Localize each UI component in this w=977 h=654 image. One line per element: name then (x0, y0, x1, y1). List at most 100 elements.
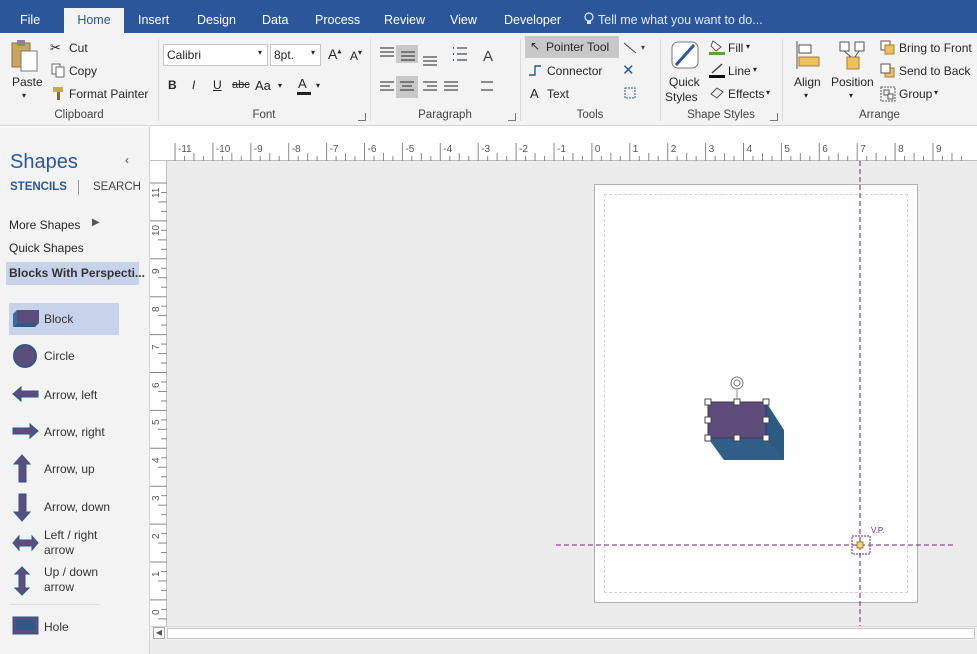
ruler-label: 8 (898, 144, 904, 155)
pointer-tool-button[interactable]: ↖ Pointer Tool (525, 36, 619, 58)
tab-insert[interactable]: Insert (138, 8, 169, 33)
ruler-label: 9 (936, 144, 942, 155)
stencil-shape-left-right-arrow[interactable]: Left / right arrow (0, 528, 149, 562)
quick-shapes-item[interactable]: Quick Shapes (9, 241, 84, 255)
close-icon[interactable]: ✕ (622, 61, 635, 79)
effects-button[interactable]: Effects ▾ (708, 84, 776, 104)
tab-search[interactable]: SEARCH (93, 181, 141, 193)
ruler-label: 11 (151, 187, 162, 198)
ruler-label: -11 (178, 144, 192, 155)
format-painter-label: Format Painter (69, 87, 149, 101)
align-icon (796, 41, 820, 69)
line-tool-icon[interactable]: ▾ (622, 41, 650, 55)
stencil-shape-arrow-down[interactable]: Arrow, down (0, 491, 149, 525)
tab-developer[interactable]: Developer (504, 8, 561, 33)
stencil-shape-up-down-arrow[interactable]: Up / down arrow (0, 565, 149, 599)
shape-styles-launcher-icon[interactable] (770, 113, 778, 121)
italic-button[interactable]: I (192, 78, 195, 92)
font-color-button[interactable]: A (296, 76, 314, 96)
strikethrough-button[interactable]: abc (232, 79, 250, 91)
up-down-arrow-shape-icon (13, 566, 31, 596)
tab-stencils[interactable]: STENCILS (10, 181, 67, 193)
shape-label: Up / down (44, 565, 99, 579)
line-label: Line (728, 64, 751, 78)
horizontal-ruler: -11 -10 -9 -8 -7 -6 -5 -4 -3 -2 -1 0 1 2 3 4 5 6 7 8 9 (150, 143, 977, 161)
font-name-select[interactable]: Calibri ▾ (163, 44, 268, 66)
ruler-label: 8 (151, 306, 162, 312)
cut-label: Cut (69, 41, 88, 55)
tab-data[interactable]: Data (262, 8, 288, 33)
send-to-back-button[interactable]: Send to Back (879, 61, 975, 81)
paragraph-launcher-icon[interactable] (508, 113, 516, 121)
align-button[interactable]: Align ▾ (789, 39, 827, 109)
chevron-down-icon: ▾ (849, 91, 854, 100)
font-group-label: Font (252, 109, 276, 121)
change-case-button[interactable]: Aa (255, 78, 271, 93)
tab-process[interactable]: Process (315, 8, 360, 33)
ruler-label: 2 (670, 144, 677, 155)
vertical-ruler: 11 10 9 8 7 6 5 4 3 2 1 0 (150, 161, 167, 626)
ruler-label: -10 (215, 144, 231, 155)
bold-button[interactable]: B (168, 78, 177, 92)
circle-shape-icon (13, 344, 37, 368)
group-label: Group (899, 87, 933, 101)
cut-button[interactable]: ✂ Cut (50, 38, 110, 58)
stencil-shape-arrow-up[interactable]: Arrow, up (0, 453, 149, 487)
arrow-left-shape-icon (12, 385, 39, 403)
text-tool-button[interactable]: A Text (527, 84, 587, 104)
tab-review[interactable]: Review (384, 8, 425, 33)
ruler-label: 6 (822, 144, 828, 155)
tab-file[interactable]: File (20, 8, 42, 33)
fill-button[interactable]: Fill ▾ (708, 38, 758, 58)
collapse-panel-icon[interactable]: ‹ (125, 153, 129, 167)
scrollbar-thumb[interactable] (167, 628, 975, 639)
fill-icon (709, 40, 725, 55)
bring-to-front-button[interactable]: Bring to Front (879, 38, 975, 58)
ruler-label: 10 (151, 224, 162, 236)
shape-label: Arrow, up (44, 462, 95, 476)
scissors-icon: ✂ (50, 40, 61, 55)
grow-font-icon[interactable]: A▴ (328, 46, 341, 62)
vanishing-point-handle[interactable] (856, 541, 864, 549)
position-button[interactable]: Position ▾ (830, 39, 876, 109)
stencil-shape-block[interactable]: Block (0, 303, 149, 337)
stencil-shape-arrow-right[interactable]: Arrow, right (0, 416, 149, 450)
tab-design[interactable]: Design (197, 8, 236, 33)
ruler-label: 9 (151, 268, 162, 274)
font-launcher-icon[interactable] (358, 113, 366, 121)
stencil-shape-hole[interactable]: Hole (0, 612, 149, 646)
stencil-blocks-with-perspective[interactable]: Blocks With Perspecti... (6, 262, 145, 285)
font-size-select[interactable]: 8pt. ▾ (270, 44, 321, 66)
line-button[interactable]: Line ▾ (708, 61, 763, 81)
shrink-font-icon[interactable]: A▾ (350, 48, 362, 63)
more-shapes-menu[interactable]: More Shapes ▶ (9, 217, 109, 234)
ruler-label: -6 (367, 144, 377, 155)
horizontal-scrollbar[interactable]: ◀ (150, 626, 977, 640)
stencil-shape-arrow-left[interactable]: Arrow, left (0, 379, 149, 413)
ruler-label: 6 (151, 381, 162, 388)
ruler-label: -5 (405, 144, 415, 155)
paste-icon (11, 40, 38, 72)
chevron-down-icon: ▾ (258, 48, 263, 57)
tab-home[interactable]: Home (64, 8, 124, 34)
fill-label: Fill (728, 41, 744, 55)
copy-button[interactable]: Copy (50, 61, 110, 81)
paragraph-group-label: Paragraph (418, 109, 472, 121)
scroll-left-icon[interactable]: ◀ (153, 627, 165, 639)
ruler-label: -9 (253, 144, 263, 155)
tell-me-search[interactable]: Tell me what you want to do... (584, 8, 763, 33)
connection-point-icon[interactable] (622, 85, 638, 101)
format-painter-button[interactable]: Format Painter (50, 84, 150, 104)
underline-button[interactable]: U (213, 78, 222, 92)
quick-styles-button[interactable]: Quick Styles (664, 39, 706, 109)
quick-styles-icon (671, 41, 699, 69)
stencil-shape-circle[interactable]: Circle (0, 341, 149, 375)
ruler-label: 5 (784, 144, 790, 155)
copy-label: Copy (69, 64, 98, 78)
text-tool-label: Text (547, 87, 570, 101)
paste-button[interactable]: Paste ▾ (8, 39, 46, 109)
effects-label: Effects (728, 87, 765, 101)
tab-view[interactable]: View (450, 8, 477, 33)
group-button[interactable]: Group ▾ (879, 84, 949, 104)
connector-button[interactable]: Connector (527, 61, 617, 81)
